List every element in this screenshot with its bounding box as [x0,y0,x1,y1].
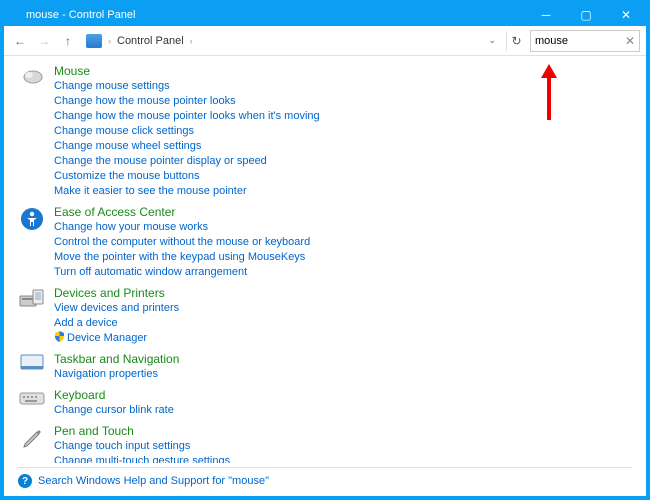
result-section: Devices and PrintersView devices and pri… [18,286,640,346]
result-link[interactable]: Make it easier to see the mouse pointer [54,184,640,199]
maximize-button[interactable]: ▢ [566,4,606,26]
forward-button[interactable]: → [34,31,54,51]
window: mouse - Control Panel ─ ▢ ✕ ← → ↑ › Cont… [3,3,647,497]
result-link[interactable]: Customize the mouse buttons [54,169,640,184]
window-title: mouse - Control Panel [26,9,526,21]
help-icon: ? [18,474,32,488]
result-link[interactable]: Change how the mouse pointer looks [54,94,640,109]
uac-shield-icon [54,331,65,342]
result-link[interactable]: Navigation properties [54,367,640,382]
result-link[interactable]: Change mouse wheel settings [54,139,640,154]
section-heading[interactable]: Keyboard [54,388,640,402]
address-dropdown[interactable]: ⌄ [482,35,502,46]
result-link[interactable]: Change how the mouse pointer looks when … [54,109,640,124]
result-link[interactable]: View devices and printers [54,301,640,316]
result-link[interactable]: Change multi-touch gesture settings [54,454,640,463]
search-value: mouse [535,35,625,47]
control-panel-icon [86,34,102,48]
ease-icon [18,205,46,231]
result-link[interactable]: Control the computer without the mouse o… [54,235,640,250]
result-link[interactable]: Change cursor blink rate [54,403,640,418]
breadcrumb-root[interactable]: Control Panel [117,35,184,47]
result-link[interactable]: Turn off automatic window arrangement [54,265,640,280]
keyboard-icon [18,388,46,406]
section-heading[interactable]: Ease of Access Center [54,205,640,219]
result-section: Taskbar and NavigationNavigation propert… [18,352,640,382]
result-link[interactable]: Change the mouse pointer display or spee… [54,154,640,169]
result-link[interactable]: Device Manager [54,331,640,346]
result-link[interactable]: Move the pointer with the keypad using M… [54,250,640,265]
pen-icon [18,424,46,448]
back-button[interactable]: ← [10,31,30,51]
result-section: MouseChange mouse settingsChange how the… [18,64,640,199]
taskbar-icon [18,352,46,372]
result-link[interactable]: Change how your mouse works [54,220,640,235]
titlebar: mouse - Control Panel ─ ▢ ✕ [4,4,646,26]
navbar: ← → ↑ › Control Panel › ⌄ ↻ mouse ✕ [4,26,646,56]
address-bar[interactable]: › Control Panel › [82,34,478,48]
result-section: Pen and TouchChange touch input settings… [18,424,640,463]
minimize-button[interactable]: ─ [526,4,566,26]
help-text: Search Windows Help and Support for "mou… [38,475,269,487]
search-input[interactable]: mouse ✕ [530,30,640,52]
refresh-button[interactable]: ↻ [506,31,526,51]
chevron-right-icon: › [108,36,111,46]
section-heading[interactable]: Taskbar and Navigation [54,352,640,366]
section-heading[interactable]: Devices and Printers [54,286,640,300]
result-link[interactable]: Change mouse click settings [54,124,640,139]
devices-icon [18,286,46,310]
result-section: KeyboardChange cursor blink rate [18,388,640,418]
chevron-right-icon: › [190,36,193,46]
result-section: Ease of Access CenterChange how your mou… [18,205,640,280]
section-heading[interactable]: Pen and Touch [54,424,640,438]
clear-search-icon[interactable]: ✕ [625,34,635,48]
result-link[interactable]: Add a device [54,316,640,331]
mouse-icon [18,64,46,86]
section-heading[interactable]: Mouse [54,64,640,78]
close-button[interactable]: ✕ [606,4,646,26]
result-link[interactable]: Change touch input settings [54,439,640,454]
result-link[interactable]: Change mouse settings [54,79,640,94]
results-pane: MouseChange mouse settingsChange how the… [4,56,646,463]
help-footer[interactable]: ? Search Windows Help and Support for "m… [4,468,646,496]
up-button[interactable]: ↑ [58,31,78,51]
